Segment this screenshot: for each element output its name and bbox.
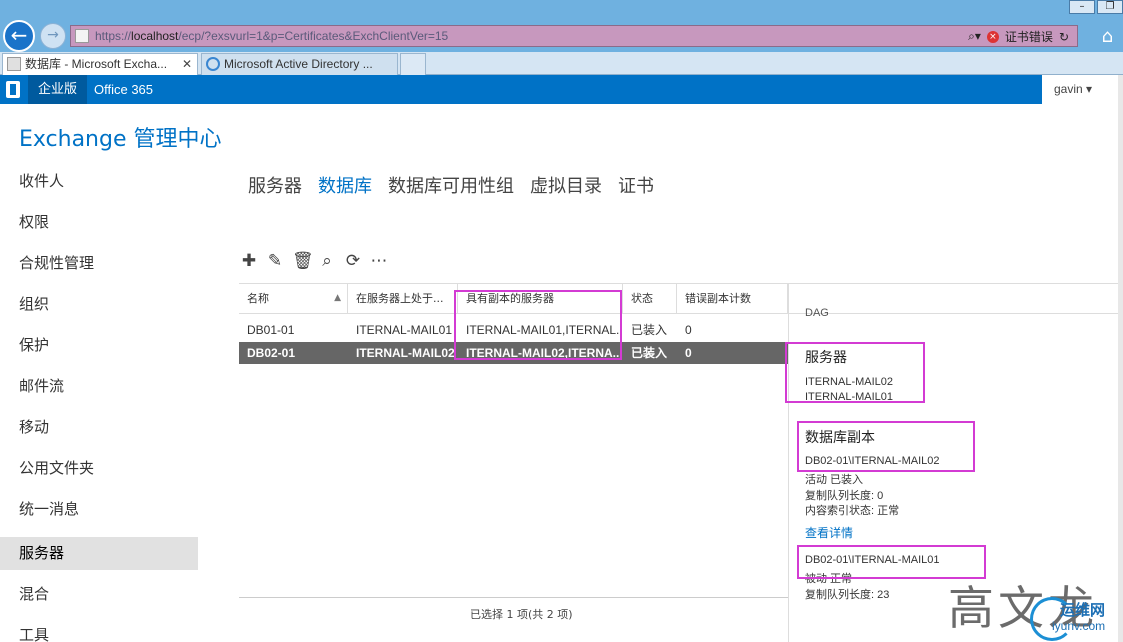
cell-bad-copy-count: 0: [685, 323, 692, 337]
watermark-site-en: iyunv.com: [1052, 619, 1106, 633]
browser-tab-ad[interactable]: Microsoft Active Directory ...: [201, 53, 398, 75]
toolbar: ✚ ✎ 🗑 ⌕ ⟳ ⋯: [240, 251, 388, 271]
cert-error-label[interactable]: 证书错误: [1005, 28, 1053, 45]
chevron-down-icon: ▾: [1086, 82, 1093, 96]
dag-label: DAG: [805, 307, 829, 319]
more-icon[interactable]: ⋯: [370, 251, 388, 271]
column-header-bad-copy-count[interactable]: 错误副本计数: [677, 284, 788, 314]
nav-item-protection[interactable]: 保护: [0, 329, 198, 362]
tab-servers[interactable]: 服务器: [248, 172, 302, 198]
forward-button[interactable]: →: [40, 23, 66, 49]
nav-item-mailflow[interactable]: 邮件流: [0, 370, 198, 403]
nav-item-unified-messaging[interactable]: 统一消息: [0, 493, 198, 526]
add-icon[interactable]: ✚: [240, 251, 258, 271]
column-header-status[interactable]: 状态: [623, 284, 677, 314]
copy-index-state: 内容索引状态: 正常: [805, 505, 900, 517]
back-button[interactable]: ←: [3, 20, 35, 52]
table-row-selected[interactable]: DB02-01 ITERNAL-MAIL02 ITERNAL-MAIL02,IT…: [239, 342, 788, 364]
url-host: localhost: [131, 29, 179, 43]
office-logo-icon[interactable]: [6, 81, 20, 98]
copy-name: DB02-01\ITERNAL-MAIL02: [805, 455, 940, 467]
edit-icon[interactable]: ✎: [266, 251, 284, 271]
copy-queue-length: 复制队列长度: 0: [805, 490, 884, 502]
nav-item-recipients[interactable]: 收件人: [0, 165, 198, 198]
nav-item-tools[interactable]: 工具: [0, 619, 198, 642]
refresh-icon[interactable]: ⟳: [344, 251, 362, 271]
column-header-servers-with-copies[interactable]: 具有副本的服务器: [458, 284, 623, 314]
ie-icon: [206, 57, 220, 71]
browser-chrome: – ❐ ← → https://localhost/ecp/?exsvurl=1…: [0, 0, 1123, 75]
cell-bad-copy-count: 0: [685, 346, 692, 360]
page-scrollbar[interactable]: [1118, 75, 1123, 642]
restore-icon[interactable]: ❐: [1097, 0, 1123, 14]
tab-title: Microsoft Active Directory ...: [224, 57, 373, 71]
user-name: gavin: [1054, 82, 1083, 96]
tab-bar: 数据库 - Microsoft Excha... ✕ Microsoft Act…: [0, 52, 1123, 75]
nav-item-servers[interactable]: 服务器: [0, 537, 198, 570]
column-header-mounted-on[interactable]: 在服务器上处于...: [348, 284, 458, 314]
refresh-icon[interactable]: ↻: [1059, 30, 1069, 44]
o365-header: 企业版 Office 365 gavin ▾: [0, 75, 1118, 104]
server-item: ITERNAL-MAIL01: [805, 391, 894, 403]
tab-favicon-icon: [7, 57, 21, 71]
watermark-logo: 运维网 iyunv.com: [1030, 593, 1123, 642]
tab-virtual-directories[interactable]: 虚拟目录: [530, 172, 602, 198]
enterprise-link[interactable]: 企业版: [28, 75, 88, 104]
cell-server: ITERNAL-MAIL01: [356, 323, 453, 337]
delete-icon[interactable]: 🗑: [292, 251, 314, 271]
address-tools: ⌕▾ × 证书错误 ↻: [968, 28, 1069, 45]
server-item: ITERNAL-MAIL02: [805, 376, 894, 388]
search-icon[interactable]: ⌕: [318, 251, 336, 271]
tab-title: 数据库 - Microsoft Excha...: [25, 57, 168, 71]
url-rest: /ecp/?exsvurl=1&p=Certificates&ExchClien…: [178, 29, 449, 43]
copy-state: 活动 已装入: [805, 474, 864, 486]
column-header-name[interactable]: 名称 ▲: [239, 284, 348, 314]
tab-dag[interactable]: 数据库可用性组: [388, 172, 514, 198]
table-row[interactable]: DB01-01 ITERNAL-MAIL01 ITERNAL-MAIL01,IT…: [239, 319, 788, 341]
nav-item-permissions[interactable]: 权限: [0, 206, 198, 239]
cert-error-icon[interactable]: ×: [986, 30, 999, 43]
app-title: Exchange 管理中心: [19, 127, 222, 152]
office365-link[interactable]: Office 365: [94, 75, 153, 104]
cell-name: DB02-01: [247, 346, 296, 360]
user-menu[interactable]: gavin ▾: [1042, 75, 1118, 104]
cell-copies: ITERNAL-MAIL01,ITERNAL...: [466, 323, 623, 337]
cell-copies: ITERNAL-MAIL02,ITERNA...: [466, 346, 623, 360]
minimize-icon[interactable]: –: [1069, 0, 1095, 14]
tab-databases[interactable]: 数据库: [318, 172, 372, 198]
address-bar[interactable]: https://localhost/ecp/?exsvurl=1&p=Certi…: [70, 25, 1078, 47]
close-icon[interactable]: ✕: [182, 54, 192, 74]
nav-item-compliance[interactable]: 合规性管理: [0, 247, 198, 280]
home-icon[interactable]: ⌂: [1102, 26, 1113, 47]
grid-divider: [239, 597, 788, 598]
window-controls: – ❐: [1067, 0, 1123, 14]
url-prefix: https://: [95, 29, 132, 43]
search-icon[interactable]: ⌕▾: [968, 29, 981, 44]
cell-server: ITERNAL-MAIL02: [356, 346, 455, 360]
cell-status: 已装入: [631, 323, 668, 337]
cell-status: 已装入: [631, 346, 668, 360]
new-tab-button[interactable]: [400, 53, 426, 75]
page-icon: [75, 29, 89, 43]
sub-tabs: 服务器 数据库 数据库可用性组 虚拟目录 证书: [248, 172, 654, 198]
watermark-site-cn: 运维网: [1060, 601, 1106, 619]
copy-state: 被动 正常: [805, 573, 853, 585]
database-grid: 名称 ▲ 在服务器上处于... 具有副本的服务器 状态 错误副本计数 DB01-0…: [239, 283, 1118, 598]
copy-name: DB02-01\ITERNAL-MAIL01: [805, 554, 940, 566]
copy-queue-length: 复制队列长度: 23: [805, 589, 890, 601]
nav-item-mobile[interactable]: 移动: [0, 411, 198, 444]
sort-asc-icon: ▲: [334, 293, 341, 303]
nav-item-hybrid[interactable]: 混合: [0, 578, 198, 611]
tab-certificates[interactable]: 证书: [618, 172, 654, 198]
database-copies-heading: 数据库副本: [805, 430, 875, 446]
servers-heading: 服务器: [805, 350, 847, 366]
address-url: https://localhost/ecp/?exsvurl=1&p=Certi…: [95, 29, 448, 43]
cell-name: DB01-01: [247, 323, 295, 337]
view-details-link[interactable]: 查看详情: [805, 524, 853, 541]
nav-item-public-folders[interactable]: 公用文件夹: [0, 452, 198, 485]
browser-tab-exchange[interactable]: 数据库 - Microsoft Excha... ✕: [2, 53, 198, 75]
nav-item-organization[interactable]: 组织: [0, 288, 198, 321]
selection-status: 已选择 1 项(共 2 项): [470, 608, 573, 621]
